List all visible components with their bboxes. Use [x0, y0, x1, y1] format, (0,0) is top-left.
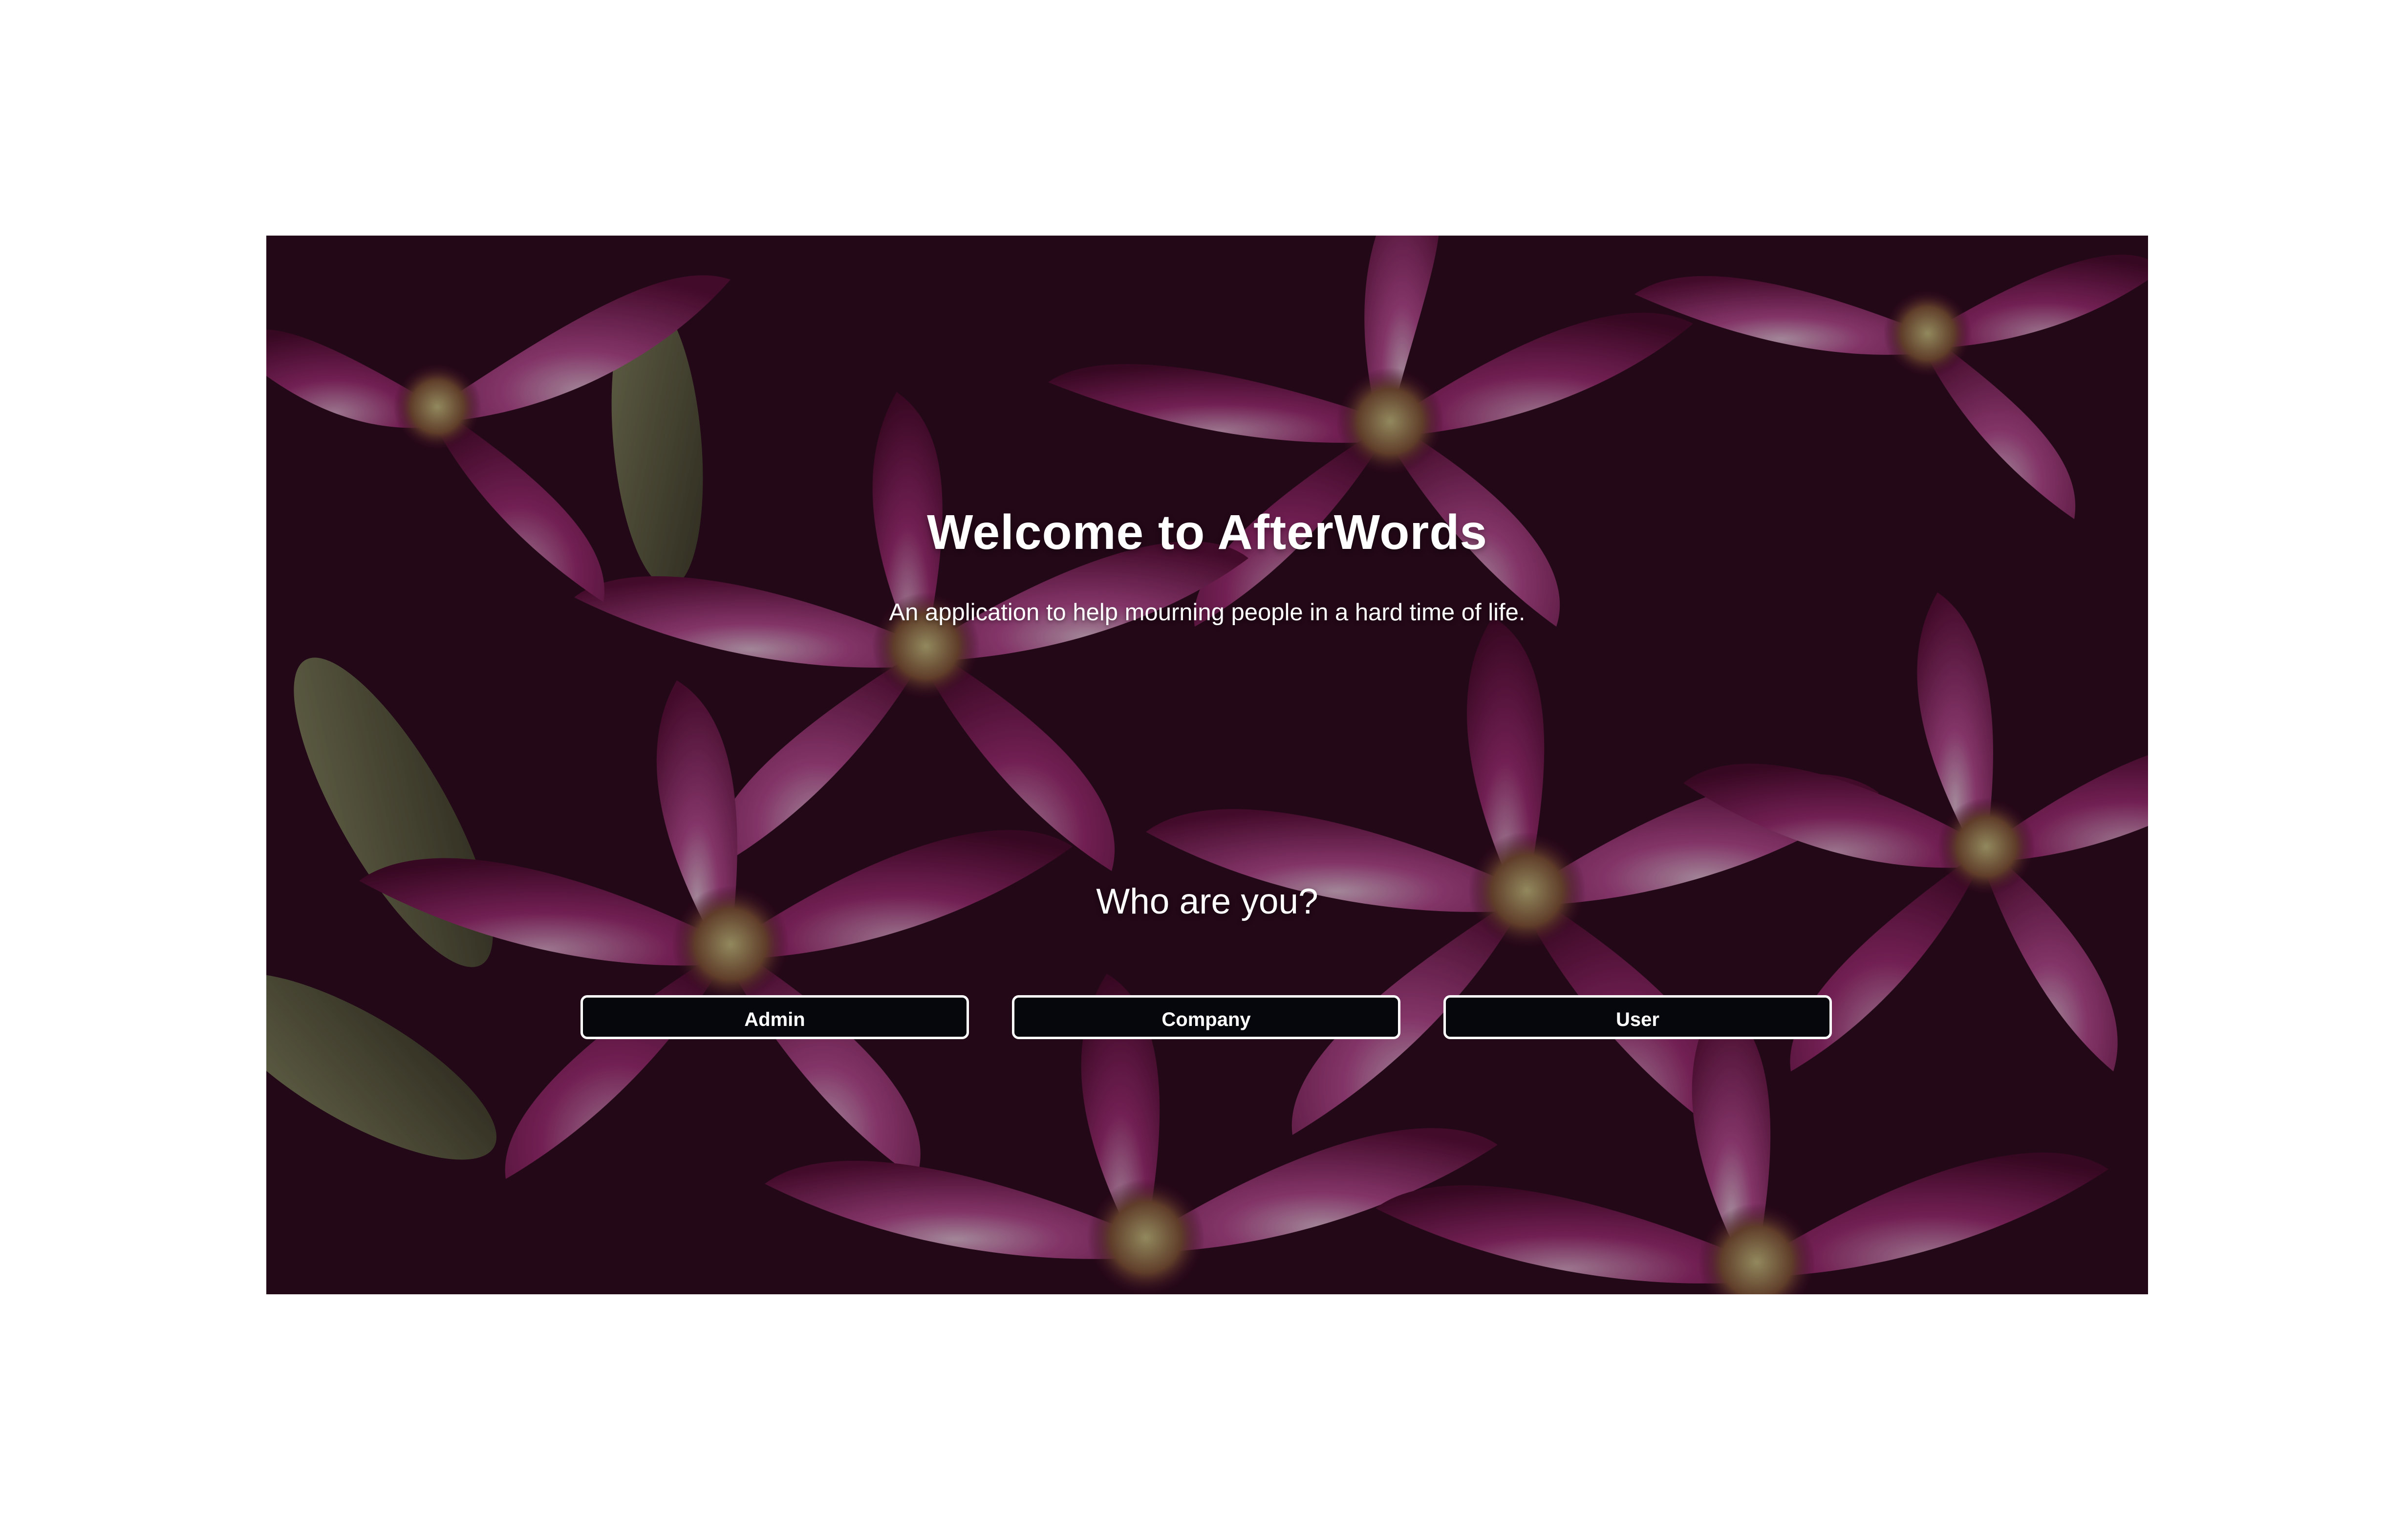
hero-section: Welcome to AfterWords An application to … — [266, 236, 2148, 1294]
page-subtitle: An application to help mourning people i… — [889, 599, 1526, 626]
page: Welcome to AfterWords An application to … — [0, 0, 2408, 1525]
page-title: Welcome to AfterWords — [926, 505, 1488, 560]
company-button[interactable]: Company — [1012, 995, 1400, 1039]
role-button-group: Admin Company User — [266, 995, 2148, 1044]
role-question: Who are you? — [1096, 881, 1318, 921]
admin-button[interactable]: Admin — [580, 995, 969, 1039]
user-button[interactable]: User — [1443, 995, 1832, 1039]
hero-overlay — [266, 236, 2148, 1294]
